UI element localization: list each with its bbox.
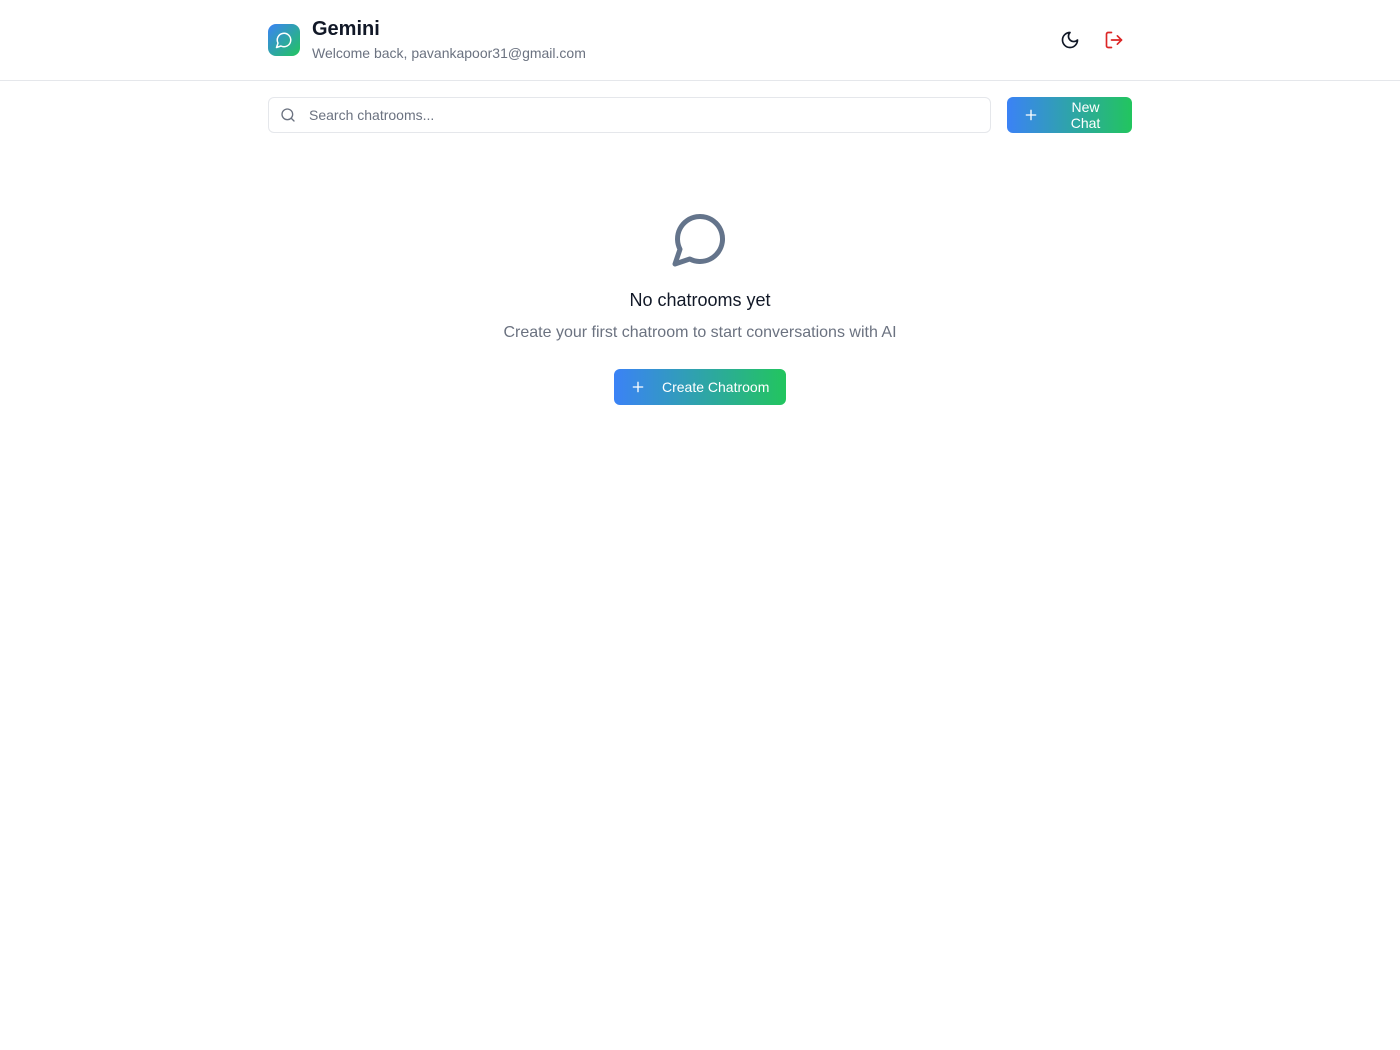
toolbar: New Chat (268, 97, 1132, 133)
header-inner: Gemini Welcome back, pavankapoor31@gmail… (268, 0, 1132, 80)
empty-state: No chatrooms yet Create your first chatr… (0, 209, 1400, 405)
app-logo (268, 24, 300, 56)
logout-icon (1105, 31, 1123, 49)
chat-bubble-icon (275, 32, 292, 49)
new-chat-label: New Chat (1070, 99, 1101, 131)
search-wrapper (268, 97, 991, 133)
plus-icon (630, 379, 646, 395)
empty-state-title: No chatrooms yet (629, 290, 771, 310)
plus-icon (1023, 107, 1039, 123)
app-header: Gemini Welcome back, pavankapoor31@gmail… (0, 0, 1400, 81)
welcome-message: Welcome back, pavankapoor31@gmail.com (312, 45, 586, 61)
search-icon (281, 108, 295, 122)
empty-state-description: Create your first chatroom to start conv… (503, 324, 897, 341)
theme-toggle-button[interactable] (1052, 22, 1088, 58)
new-chat-button[interactable]: New Chat (1007, 97, 1132, 133)
moon-icon (1061, 31, 1079, 49)
logout-button[interactable] (1096, 22, 1132, 58)
create-chatroom-label: Create Chatroom (662, 379, 770, 395)
search-input[interactable] (268, 97, 991, 133)
header-actions (1052, 22, 1132, 58)
brand-text: Gemini Welcome back, pavankapoor31@gmail… (312, 17, 586, 63)
app-title: Gemini (312, 18, 380, 40)
chat-bubble-icon (672, 213, 726, 267)
create-chatroom-button[interactable]: Create Chatroom (614, 369, 786, 405)
brand: Gemini Welcome back, pavankapoor31@gmail… (268, 17, 586, 63)
